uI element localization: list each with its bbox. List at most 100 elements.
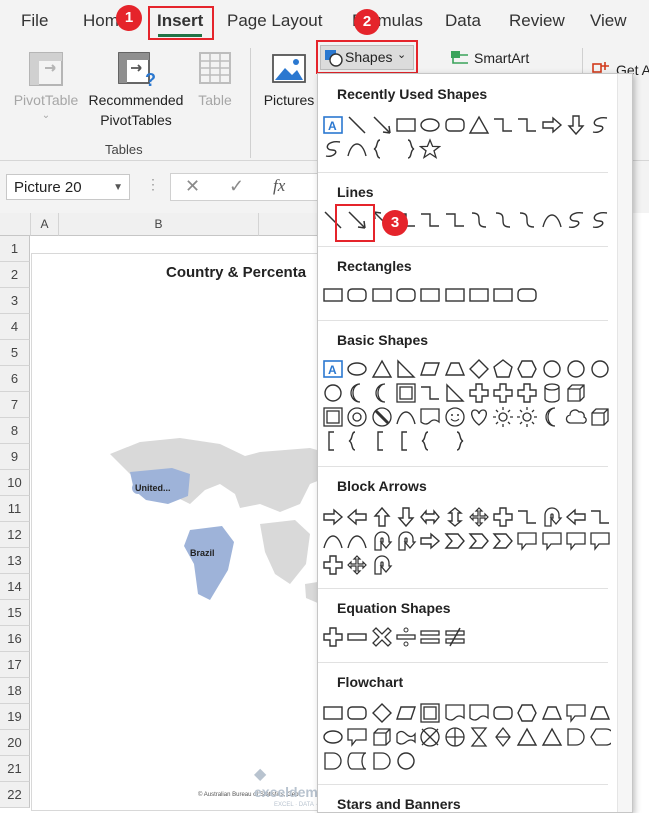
row-header[interactable]: 8 xyxy=(0,418,30,444)
rectangle-shape-rrect-icon[interactable] xyxy=(516,284,538,306)
row-header[interactable]: 7 xyxy=(0,392,30,418)
basic-shape-moon-icon[interactable] xyxy=(371,382,393,404)
basic-shape-rbrace-icon[interactable] xyxy=(444,430,466,452)
basic-shape-cylinder-icon[interactable] xyxy=(541,382,563,404)
basic-shape-frame-icon[interactable] xyxy=(395,382,417,404)
flowchart-shape-delay-icon[interactable] xyxy=(322,750,344,772)
flowchart-shape-rrect-icon[interactable] xyxy=(346,702,368,724)
tab-data[interactable]: Data xyxy=(445,11,481,31)
rectangle-shape-rect-icon[interactable] xyxy=(444,284,466,306)
block-arrow-shape-uturn-icon[interactable] xyxy=(371,530,393,552)
row-header[interactable]: 9 xyxy=(0,444,30,470)
basic-shape-frame-icon[interactable] xyxy=(322,406,344,428)
basic-shape-bracket-icon[interactable] xyxy=(371,430,393,452)
recent-shape-freeform-icon[interactable] xyxy=(589,114,611,136)
block-arrow-shape-callout-icon[interactable] xyxy=(565,530,587,552)
basic-shape-circle-icon[interactable] xyxy=(565,358,587,380)
block-arrow-shape-chevron-icon[interactable] xyxy=(443,530,466,552)
equation-shape-mult-icon[interactable] xyxy=(371,626,393,648)
flowchart-shape-triangle-icon[interactable] xyxy=(541,726,563,748)
block-arrow-shape-chevron-icon[interactable] xyxy=(468,530,490,552)
tab-file[interactable]: File xyxy=(21,11,48,31)
flowchart-shape-rect-icon[interactable] xyxy=(322,702,344,724)
line-shape-curve-icon[interactable] xyxy=(541,209,563,231)
rectangle-shape-rect-icon[interactable] xyxy=(492,284,514,306)
block-arrow-shape-plus-icon[interactable] xyxy=(322,554,344,576)
basic-shape-nosym-icon[interactable] xyxy=(371,406,393,428)
flowchart-shape-stored-icon[interactable] xyxy=(346,750,368,772)
recent-shape-elbow-icon[interactable] xyxy=(492,114,514,136)
recent-shape-curve-icon[interactable] xyxy=(346,138,368,160)
basic-shape-curve-icon[interactable] xyxy=(395,406,417,428)
rectangle-shape-rect-icon[interactable] xyxy=(468,284,490,306)
block-arrow-shape-quad-icon[interactable] xyxy=(346,554,368,576)
flowchart-shape-trap-icon[interactable] xyxy=(541,702,563,724)
row-header[interactable]: 4 xyxy=(0,314,30,340)
row-header[interactable]: 11 xyxy=(0,496,30,522)
block-arrow-shape-larrow-icon[interactable] xyxy=(346,506,368,528)
basic-shape-brace-icon[interactable] xyxy=(346,430,368,452)
row-header[interactable]: 14 xyxy=(0,574,30,600)
recent-shape-brace-icon[interactable] xyxy=(371,138,393,160)
recent-shape-arrow-icon[interactable] xyxy=(371,114,393,136)
flowchart-shape-circle-icon[interactable] xyxy=(395,750,417,772)
row-header[interactable]: 20 xyxy=(0,730,30,756)
basic-shape-cube-icon[interactable] xyxy=(565,382,587,404)
smartart-button[interactable]: SmartArt xyxy=(450,48,550,70)
flowchart-shape-wave-icon[interactable] xyxy=(395,726,417,748)
rectangle-shape-rrect-icon[interactable] xyxy=(395,284,417,306)
name-box[interactable]: Picture 20 ▼ xyxy=(6,174,130,200)
flowchart-shape-delay-icon[interactable] xyxy=(371,750,393,772)
line-shape-elbow-icon[interactable] xyxy=(444,209,466,231)
row-header[interactable]: 19 xyxy=(0,704,30,730)
insert-function-button[interactable]: fx xyxy=(273,176,285,196)
recent-shape-textbox-icon[interactable]: A xyxy=(322,114,344,136)
basic-shape-plus-icon[interactable] xyxy=(516,382,538,404)
flowchart-shape-delay-icon[interactable] xyxy=(565,726,587,748)
row-header[interactable]: 15 xyxy=(0,600,30,626)
basic-shape-ellipse-icon[interactable] xyxy=(346,358,368,380)
flowchart-shape-orfc-icon[interactable] xyxy=(444,726,466,748)
recommended-pivottables-button[interactable]: ? Recommended PivotTables xyxy=(84,48,188,136)
column-header[interactable] xyxy=(259,213,319,236)
flowchart-shape-doc-icon[interactable] xyxy=(444,702,466,724)
block-arrow-shape-uturn-icon[interactable] xyxy=(395,530,417,552)
row-header[interactable]: 5 xyxy=(0,340,30,366)
block-arrow-shape-callout-icon[interactable] xyxy=(516,530,538,552)
rectangle-shape-rrect-icon[interactable] xyxy=(346,284,368,306)
basic-shape-plus-icon[interactable] xyxy=(468,382,490,404)
map-chart[interactable]: Country & Percenta United... Brazil © Au… xyxy=(31,253,338,811)
block-arrow-shape-curve-icon[interactable] xyxy=(346,530,368,552)
block-arrow-shape-darrow-icon[interactable] xyxy=(395,506,417,528)
flowchart-shape-callout-icon[interactable] xyxy=(565,702,587,724)
basic-shape-circle-icon[interactable] xyxy=(589,358,611,380)
basic-shape-pentagon-icon[interactable] xyxy=(492,358,514,380)
rectangle-shape-rect-icon[interactable] xyxy=(371,284,393,306)
basic-shape-trap-icon[interactable] xyxy=(444,358,466,380)
basic-shape-textbox-icon[interactable]: A xyxy=(322,358,344,380)
basic-shape-cube-icon[interactable] xyxy=(589,406,611,428)
basic-shape-sun-icon[interactable] xyxy=(516,406,538,428)
row-header[interactable]: 1 xyxy=(0,236,30,262)
basic-shape-diamond-icon[interactable] xyxy=(468,358,490,380)
row-header[interactable]: 22 xyxy=(0,782,30,808)
recent-shape-triangle-icon[interactable] xyxy=(468,114,490,136)
recent-shape-elbow-icon[interactable] xyxy=(516,114,538,136)
row-header[interactable]: 12 xyxy=(0,522,30,548)
recent-shape-freeform-icon[interactable] xyxy=(322,138,344,160)
equation-shape-equal-icon[interactable] xyxy=(419,626,441,648)
block-arrow-shape-larrow-icon[interactable] xyxy=(565,506,587,528)
flowchart-shape-hexagon-icon[interactable] xyxy=(516,702,538,724)
block-arrow-shape-curve-icon[interactable] xyxy=(322,530,344,552)
basic-shape-circle-icon[interactable] xyxy=(541,358,563,380)
row-header[interactable]: 18 xyxy=(0,678,30,704)
basic-shape-elbow-icon[interactable] xyxy=(419,382,441,404)
basic-shape-bracket-icon[interactable] xyxy=(395,430,417,452)
flowchart-shape-disp-icon[interactable] xyxy=(589,726,612,748)
basic-shape-moon-icon[interactable] xyxy=(541,406,563,428)
row-header[interactable]: 16 xyxy=(0,626,30,652)
flowchart-shape-sort-icon[interactable] xyxy=(492,726,514,748)
enter-icon[interactable]: ✓ xyxy=(229,176,244,197)
pivottable-button[interactable]: PivotTable ⌄ xyxy=(8,48,84,128)
select-all-corner[interactable] xyxy=(0,213,31,236)
